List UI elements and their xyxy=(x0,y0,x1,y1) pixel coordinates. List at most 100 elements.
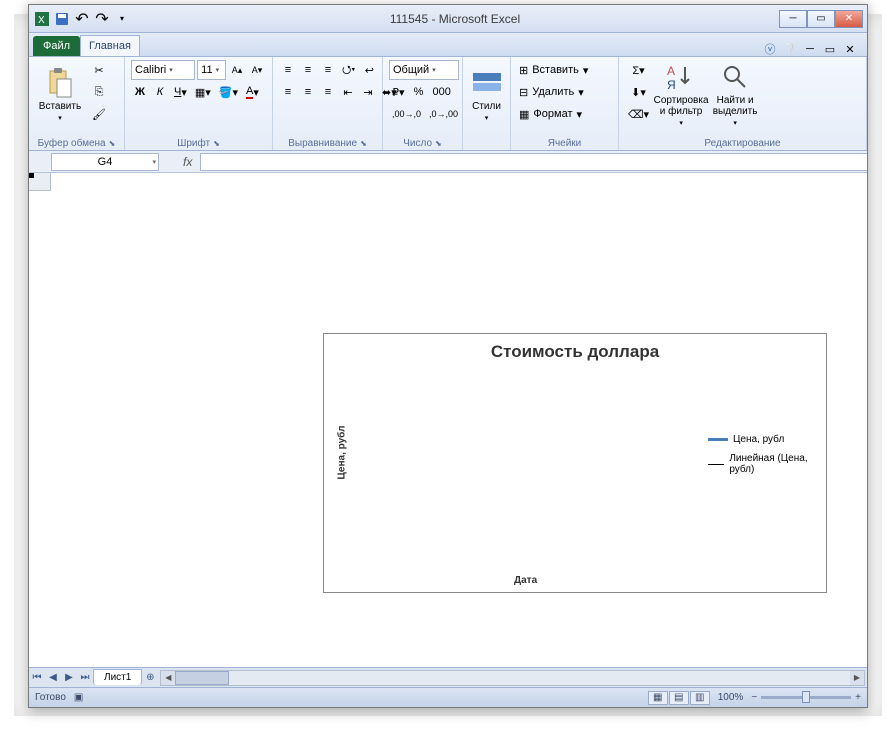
worksheet-grid[interactable]: Стоимость доллара Цена, рубл Дата Цена, … xyxy=(29,173,867,667)
zoom-slider[interactable] xyxy=(761,696,851,699)
redo-icon[interactable]: ↷ xyxy=(93,10,111,28)
sheet-tabs: ⏮ ◀ ▶ ⏭ Лист1 ⊕ ◀ ▶ xyxy=(29,667,867,687)
orientation-icon[interactable]: ⭯▾ xyxy=(339,60,358,80)
titlebar: X ↶ ↷ ▾ 111545 - Microsoft Excel ─ ▭ ✕ xyxy=(29,5,867,33)
number-format-combo[interactable]: Общий▾ xyxy=(389,60,459,80)
zoom-out-button[interactable]: − xyxy=(751,692,757,703)
minimize-ribbon-icon[interactable]: ⓥ xyxy=(763,42,777,56)
zoom-level[interactable]: 100% xyxy=(718,692,744,703)
sheet-tab-active[interactable]: Лист1 xyxy=(93,669,142,685)
font-color-icon[interactable]: A▾ xyxy=(243,82,262,102)
sheet-nav-last-icon[interactable]: ⏭ xyxy=(77,670,93,686)
sheet-nav-first-icon[interactable]: ⏮ xyxy=(29,670,45,686)
bold-button[interactable]: Ж xyxy=(131,82,149,102)
page-break-button[interactable]: ▥ xyxy=(690,691,710,705)
fx-icon[interactable]: fx xyxy=(183,155,192,169)
wrap-text-icon[interactable]: ↩ xyxy=(360,60,378,80)
grow-font-icon[interactable]: A▴ xyxy=(228,60,246,80)
ribbon: Вставить ▾ ✂ ⎘ 🖌 Буфер обмена⬊ Calibri▾ … xyxy=(29,57,867,151)
ribbon-tab[interactable]: Главная xyxy=(80,35,140,56)
styles-button[interactable]: Стили▾ xyxy=(469,60,504,128)
shrink-font-icon[interactable]: A▾ xyxy=(248,60,266,80)
help-icon[interactable]: ❔ xyxy=(783,42,797,56)
normal-view-button[interactable]: ▦ xyxy=(648,691,668,705)
close-button[interactable]: ✕ xyxy=(835,10,863,28)
font-size-combo[interactable]: 11▾ xyxy=(197,60,226,80)
find-select-button[interactable]: Найти и выделить▾ xyxy=(710,60,760,128)
sort-filter-button[interactable]: АЯ Сортировка и фильтр▾ xyxy=(656,60,706,128)
indent-inc-icon[interactable]: ⇥ xyxy=(359,82,377,102)
minimize-button[interactable]: ─ xyxy=(779,10,807,28)
delete-cells-icon: ⊟ xyxy=(519,86,528,99)
dialog-launcher-icon[interactable]: ⬊ xyxy=(435,139,442,148)
comma-icon[interactable]: 000 xyxy=(430,82,454,102)
ribbon-tabs: Файл Главная ⓥ ❔ ─ ▭ ✕ xyxy=(29,33,867,57)
select-all-corner[interactable] xyxy=(29,173,51,191)
insert-cells-icon: ⊞ xyxy=(519,64,528,77)
legend-entry: Цена, рубл xyxy=(733,434,784,445)
italic-button[interactable]: К xyxy=(151,82,169,102)
inc-decimal-icon[interactable]: ,00→,0 xyxy=(389,104,424,124)
align-right-icon[interactable]: ≡ xyxy=(319,82,337,102)
align-middle-icon[interactable]: ≡ xyxy=(299,60,317,80)
maximize-button[interactable]: ▭ xyxy=(807,10,835,28)
name-box[interactable]: G4▾ xyxy=(51,153,159,171)
svg-text:X: X xyxy=(38,15,45,26)
status-bar: Готово ▣ ▦ ▤ ▥ 100% − + xyxy=(29,687,867,707)
underline-button[interactable]: Ч▾ xyxy=(171,82,190,102)
new-sheet-icon[interactable]: ⊕ xyxy=(142,670,158,686)
macro-record-icon[interactable]: ▣ xyxy=(74,692,83,703)
indent-dec-icon[interactable]: ⇤ xyxy=(339,82,357,102)
align-bottom-icon[interactable]: ≡ xyxy=(319,60,337,80)
zoom-in-button[interactable]: + xyxy=(855,692,861,703)
dec-decimal-icon[interactable]: ,0→,00 xyxy=(426,104,461,124)
format-cells-icon: ▦ xyxy=(519,108,529,121)
svg-text:А: А xyxy=(667,64,675,78)
align-left-icon[interactable]: ≡ xyxy=(279,82,297,102)
align-center-icon[interactable]: ≡ xyxy=(299,82,317,102)
svg-text:Я: Я xyxy=(667,78,676,92)
undo-icon[interactable]: ↶ xyxy=(73,10,91,28)
chart-object[interactable]: Стоимость доллара Цена, рубл Дата Цена, … xyxy=(323,333,827,593)
dialog-launcher-icon[interactable]: ⬊ xyxy=(360,139,367,148)
percent-icon[interactable]: % xyxy=(410,82,428,102)
format-painter-icon[interactable]: 🖌 xyxy=(89,104,109,124)
borders-icon[interactable]: ▦▾ xyxy=(192,82,214,102)
clear-icon[interactable]: ⌫▾ xyxy=(625,104,652,124)
status-text: Готово xyxy=(35,692,66,703)
delete-cells-button[interactable]: ⊟Удалить ▾ xyxy=(517,82,612,102)
currency-icon[interactable]: ₽▾ xyxy=(389,82,408,102)
horizontal-scrollbar[interactable]: ◀ ▶ xyxy=(160,670,865,686)
chart-ylabel: Цена, рубл xyxy=(337,420,348,480)
file-tab[interactable]: Файл xyxy=(33,36,80,56)
fill-color-icon[interactable]: 🪣▾ xyxy=(216,82,241,102)
mdi-min-icon[interactable]: ─ xyxy=(803,42,817,56)
sheet-nav-next-icon[interactable]: ▶ xyxy=(61,670,77,686)
font-name-combo[interactable]: Calibri▾ xyxy=(131,60,195,80)
excel-icon: X xyxy=(33,10,51,28)
autosum-icon[interactable]: Σ▾ xyxy=(625,60,652,80)
formula-bar: G4▾ fx xyxy=(29,151,867,173)
fill-icon[interactable]: ⬇▾ xyxy=(625,82,652,102)
window-title: 111545 - Microsoft Excel xyxy=(131,12,779,26)
page-layout-button[interactable]: ▤ xyxy=(669,691,689,705)
paste-button[interactable]: Вставить ▾ xyxy=(35,60,85,128)
save-icon[interactable] xyxy=(53,10,71,28)
chart-title[interactable]: Стоимость доллара xyxy=(324,334,826,366)
formula-input[interactable] xyxy=(200,153,867,171)
dialog-launcher-icon[interactable]: ⬊ xyxy=(213,139,220,148)
format-cells-button[interactable]: ▦Формат ▾ xyxy=(517,104,612,124)
sheet-nav-prev-icon[interactable]: ◀ xyxy=(45,670,61,686)
legend-entry: Линейная (Цена, рубл) xyxy=(729,453,816,475)
mdi-close-icon[interactable]: ✕ xyxy=(843,42,857,56)
chart-legend[interactable]: Цена, рубл Линейная (Цена, рубл) xyxy=(708,434,816,483)
insert-cells-button[interactable]: ⊞Вставить ▾ xyxy=(517,60,612,80)
app-window: X ↶ ↷ ▾ 111545 - Microsoft Excel ─ ▭ ✕ Ф… xyxy=(28,4,868,708)
dialog-launcher-icon[interactable]: ⬊ xyxy=(109,139,116,148)
copy-icon[interactable]: ⎘ xyxy=(89,82,109,102)
mdi-restore-icon[interactable]: ▭ xyxy=(823,42,837,56)
align-top-icon[interactable]: ≡ xyxy=(279,60,297,80)
chart-xlabel: Дата xyxy=(514,575,537,586)
cut-icon[interactable]: ✂ xyxy=(89,60,109,80)
qat-more-icon[interactable]: ▾ xyxy=(113,10,131,28)
